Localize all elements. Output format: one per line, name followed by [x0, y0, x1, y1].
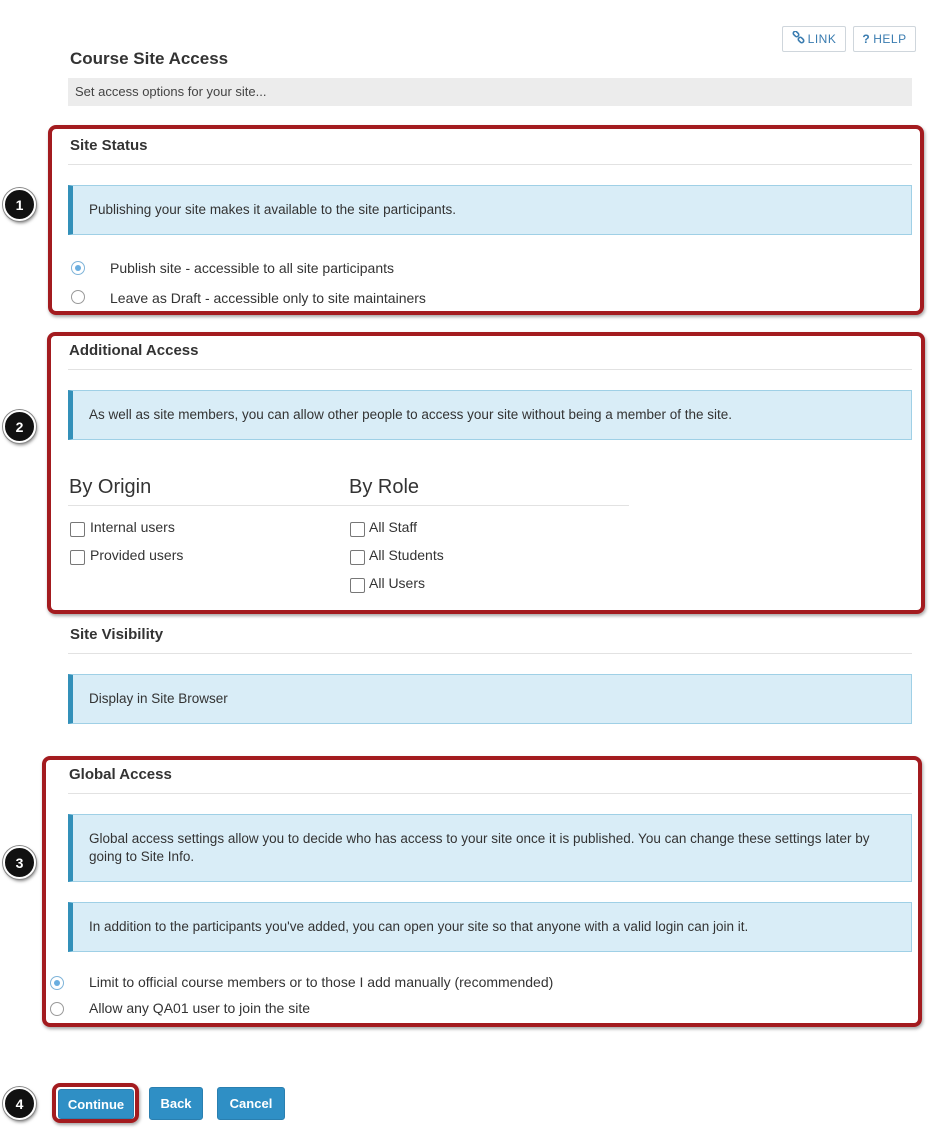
back-button[interactable]: Back	[149, 1087, 203, 1120]
instructions-bar: Set access options for your site...	[68, 78, 912, 106]
highlight-additional-access	[47, 332, 925, 614]
callout-1: 1	[3, 188, 36, 221]
help-button[interactable]: ? HELP	[853, 26, 916, 52]
help-icon: ?	[862, 32, 871, 46]
link-label: LINK	[807, 32, 837, 46]
link-button[interactable]: LINK	[782, 26, 846, 52]
callout-3: 3	[3, 846, 36, 879]
page-title: Course Site Access	[70, 49, 229, 68]
callout-2: 2	[3, 410, 36, 443]
help-label: HELP	[873, 32, 907, 46]
callout-4: 4	[3, 1087, 36, 1120]
cancel-button[interactable]: Cancel	[217, 1087, 285, 1120]
site-visibility-title: Site Visibility	[70, 626, 164, 643]
site-visibility-info-text: Display in Site Browser	[89, 691, 228, 706]
highlight-site-status	[48, 125, 924, 315]
highlight-global-access	[42, 756, 922, 1027]
highlight-continue-button	[52, 1083, 139, 1123]
site-visibility-divider	[68, 653, 912, 654]
link-icon	[792, 30, 805, 47]
site-visibility-info: Display in Site Browser	[68, 674, 912, 724]
